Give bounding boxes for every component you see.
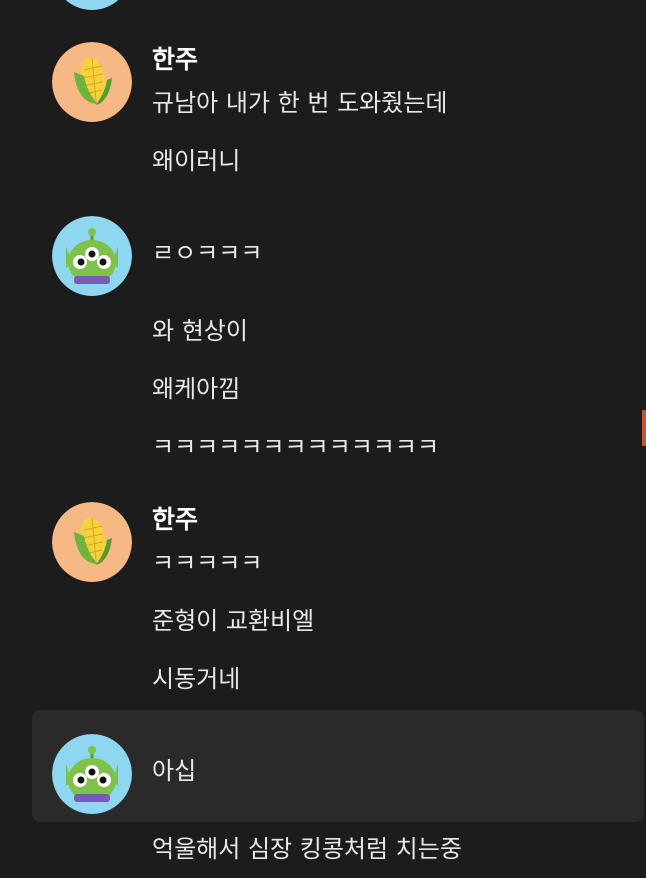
message-text: 와 현상이	[152, 317, 248, 345]
message-text: 억울해서 심장 킹콩처럼 치는중	[152, 835, 462, 863]
message-text: 왜케아낌	[152, 375, 241, 403]
corn-icon	[52, 42, 132, 122]
alien-icon	[52, 216, 132, 296]
alien-avatar[interactable]	[52, 216, 132, 296]
sender-name[interactable]: 한주	[152, 45, 198, 75]
chat-message-list[interactable]: 한주 규남아 내가 한 번 도와줬는데 왜이러니 ㄹㅇㅋㅋㅋ 와 현상이 왜케아…	[0, 0, 646, 878]
message-text: 준형이 교환비엘	[152, 607, 315, 635]
alien-avatar[interactable]	[52, 734, 132, 814]
scroll-marker	[642, 410, 646, 446]
corn-avatar[interactable]	[52, 42, 132, 122]
message-text: 시동거네	[152, 665, 241, 693]
message-text: ㄹㅇㅋㅋㅋ	[152, 239, 263, 267]
alien-icon	[52, 734, 132, 814]
message-text: ㅋㅋㅋㅋㅋㅋㅋㅋㅋㅋㅋㅋㅋ	[152, 433, 440, 461]
sender-name[interactable]: 한주	[152, 505, 198, 535]
message-text: 아십	[152, 757, 197, 785]
message-text: ㅋㅋㅋㅋㅋ	[152, 549, 263, 577]
corn-avatar[interactable]	[52, 502, 132, 582]
alien-avatar[interactable]	[52, 0, 132, 10]
corn-icon	[52, 502, 132, 582]
message-text: 왜이러니	[152, 147, 241, 175]
message-text: 규남아 내가 한 번 도와줬는데	[152, 89, 448, 117]
